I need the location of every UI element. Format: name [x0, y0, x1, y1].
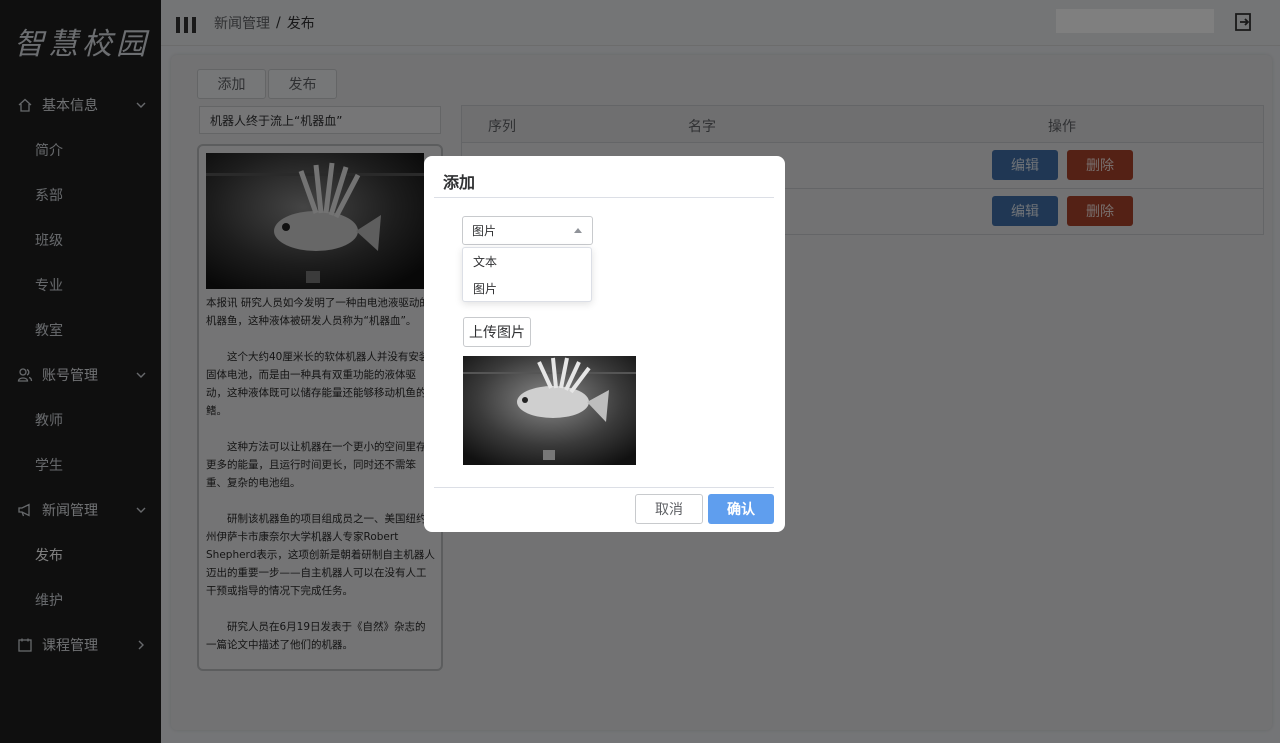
- dialog-title: 添加: [443, 173, 476, 192]
- upload-image-button[interactable]: 上传图片: [463, 317, 531, 347]
- uploaded-image-preview: [463, 356, 636, 465]
- dropdown-option-text[interactable]: 文本: [463, 248, 591, 275]
- divider: [434, 487, 774, 488]
- cancel-button[interactable]: 取消: [635, 494, 703, 524]
- select-value: 图片: [472, 224, 497, 238]
- content-type-select[interactable]: 图片: [462, 216, 593, 245]
- caret-up-icon: [574, 228, 582, 233]
- dropdown-option-image[interactable]: 图片: [463, 275, 591, 302]
- divider: [434, 197, 774, 198]
- content-type-dropdown: 文本 图片: [462, 247, 592, 302]
- confirm-button[interactable]: 确认: [708, 494, 774, 524]
- add-dialog: 添加 图片 文本 图片 上传图片 取消 确认: [424, 156, 785, 532]
